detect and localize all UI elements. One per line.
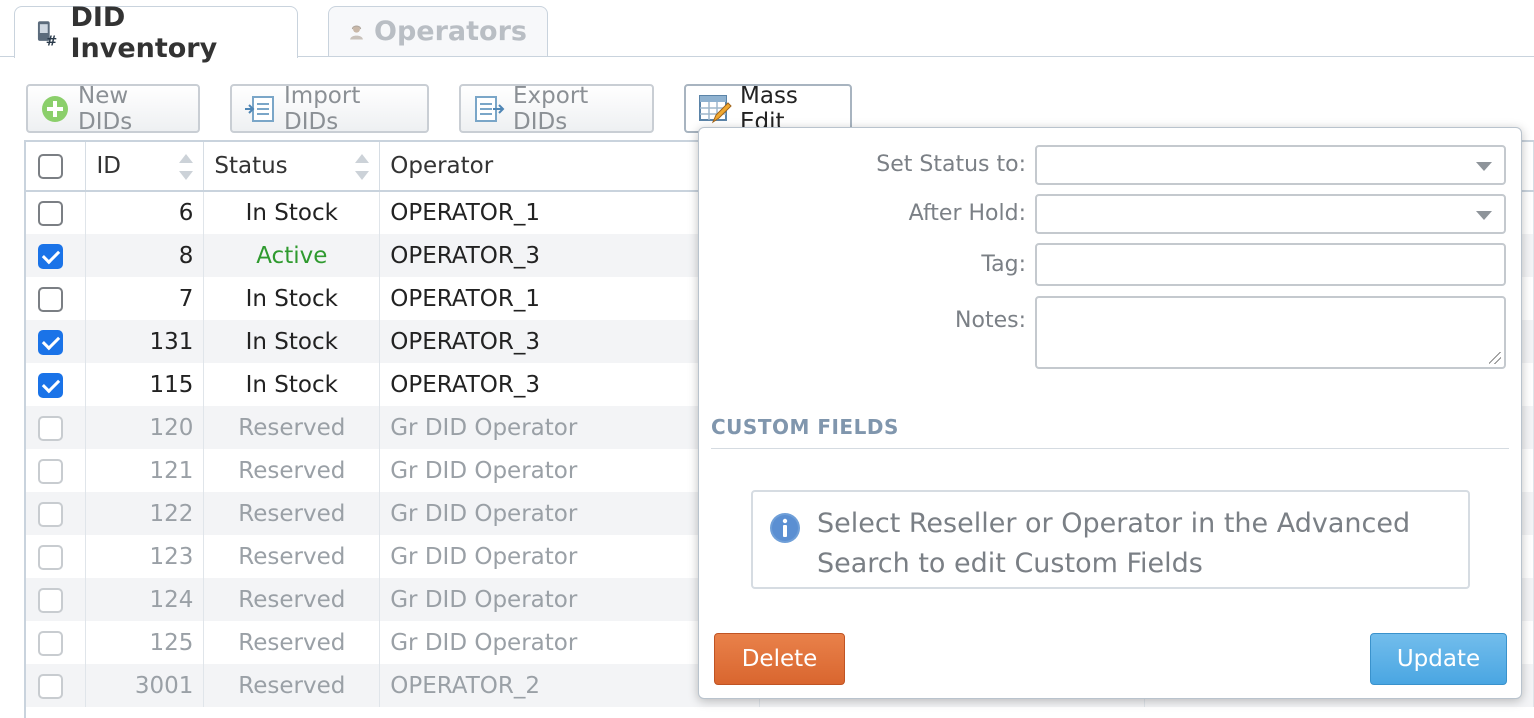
row-select-cell: [26, 535, 87, 578]
row-checkbox[interactable]: [38, 458, 63, 484]
operators-icon: [350, 25, 363, 40]
cell-id: 6: [85, 191, 205, 234]
column-header-id[interactable]: ID: [85, 140, 205, 192]
delete-button[interactable]: Delete: [714, 633, 845, 685]
section-divider: [711, 448, 1509, 449]
plus-circle-icon: [42, 95, 68, 122]
cell-status: Reserved: [203, 406, 381, 449]
row-checkbox[interactable]: [38, 243, 63, 269]
import-icon: [245, 95, 274, 122]
column-header-operator-label: Operator: [390, 153, 494, 179]
cell-id: 121: [85, 449, 205, 492]
row-checkbox[interactable]: [38, 673, 63, 699]
column-header-status[interactable]: Status: [203, 140, 381, 192]
sort-icon: [179, 154, 194, 180]
column-header-status-label: Status: [214, 153, 288, 179]
row-checkbox[interactable]: [38, 415, 63, 441]
info-icon: [770, 513, 800, 543]
cell-status: Reserved: [203, 578, 381, 621]
mass-edit-button[interactable]: Mass Edit: [684, 83, 852, 135]
row-select-cell: [26, 664, 87, 707]
row-select-cell: [26, 234, 87, 277]
tab-did-inventory[interactable]: # DID Inventory: [14, 2, 298, 64]
row-checkbox[interactable]: [38, 329, 63, 355]
cell-id: 124: [85, 578, 205, 621]
cell-status: Reserved: [203, 664, 381, 707]
svg-text:#: #: [46, 33, 57, 46]
tab-bar: # DID Inventory Operators: [0, 0, 1534, 64]
row-checkbox[interactable]: [38, 372, 63, 398]
update-button[interactable]: Update: [1370, 633, 1507, 685]
tab-operators[interactable]: Operators: [328, 6, 548, 56]
cell-id: 7: [85, 277, 205, 320]
tag-label: Tag:: [981, 252, 1026, 277]
cell-status: In Stock: [203, 191, 381, 234]
cell-status: In Stock: [203, 277, 381, 320]
cell-status: In Stock: [203, 363, 381, 406]
did-inventory-icon: #: [37, 20, 57, 47]
row-checkbox[interactable]: [38, 201, 63, 226]
sort-icon: [355, 154, 370, 180]
row-select-cell: [26, 492, 87, 535]
row-checkbox[interactable]: [38, 544, 63, 570]
export-icon: [475, 95, 505, 122]
select-all-header: [26, 140, 87, 192]
after-hold-label: After Hold:: [908, 201, 1026, 226]
row-checkbox[interactable]: [38, 630, 63, 656]
cell-id: 8: [85, 234, 205, 277]
row-select-cell: [26, 320, 87, 363]
row-select-cell: [26, 406, 87, 449]
cell-id: 122: [85, 492, 205, 535]
cell-status: Active: [203, 234, 381, 277]
cell-id: 115: [85, 363, 205, 406]
row-select-cell: [26, 277, 87, 320]
export-dids-button[interactable]: Export DIDs: [459, 82, 654, 135]
column-header-id-label: ID: [96, 153, 121, 179]
new-dids-button[interactable]: New DIDs: [26, 82, 200, 135]
set-status-label: Set Status to:: [876, 152, 1026, 177]
custom-fields-title: CUSTOM FIELDS: [711, 415, 899, 439]
mass-edit-icon: [699, 94, 732, 123]
export-dids-label: Export DIDs: [513, 82, 589, 135]
cell-id: 125: [85, 621, 205, 664]
info-text: Select Reseller or Operator in the Advan…: [817, 508, 1411, 579]
cell-id: 123: [85, 535, 205, 578]
cell-status: Reserved: [203, 449, 381, 492]
custom-fields-info: Select Reseller or Operator in the Advan…: [751, 490, 1470, 589]
row-checkbox[interactable]: [38, 587, 63, 613]
cell-status: Reserved: [203, 621, 381, 664]
select-all-checkbox[interactable]: [38, 154, 63, 179]
row-checkbox[interactable]: [38, 286, 63, 312]
new-dids-label: New DIDs: [78, 82, 133, 135]
cell-id: 120: [85, 406, 205, 449]
import-dids-label: Import DIDs: [284, 82, 361, 135]
cell-status: Reserved: [203, 535, 381, 578]
tab-label: DID Inventory: [70, 1, 218, 64]
row-select-cell: [26, 578, 87, 621]
notes-label: Notes:: [955, 308, 1026, 333]
row-select-cell: [26, 363, 87, 406]
after-hold-select[interactable]: [1035, 194, 1506, 234]
row-select-cell: [26, 621, 87, 664]
notes-textarea[interactable]: [1035, 296, 1506, 369]
cell-status: In Stock: [203, 320, 381, 363]
cell-status: Reserved: [203, 492, 381, 535]
cell-id: 131: [85, 320, 205, 363]
set-status-select[interactable]: [1035, 145, 1506, 185]
tag-input[interactable]: [1035, 243, 1506, 286]
row-checkbox[interactable]: [38, 501, 63, 527]
tab-label: Operators: [374, 16, 527, 47]
cell-id: 3001: [85, 664, 205, 707]
import-dids-button[interactable]: Import DIDs: [230, 82, 429, 135]
row-select-cell: [26, 449, 87, 492]
mass-edit-popup: Set Status to: After Hold: Tag: Notes: C…: [698, 127, 1522, 699]
row-select-cell: [26, 191, 87, 234]
